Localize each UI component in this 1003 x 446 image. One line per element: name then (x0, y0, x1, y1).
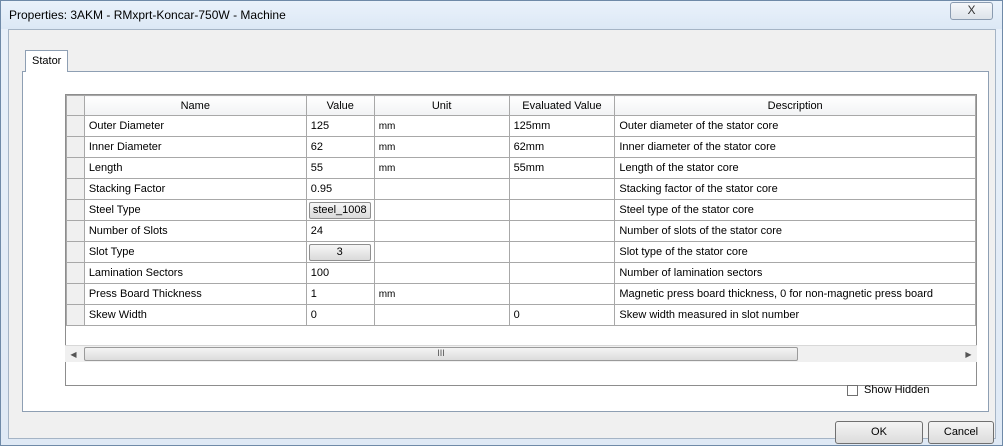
dialog-client-area: Stator Name Value Unit Evaluated Value D… (8, 29, 996, 444)
table-row[interactable]: Press Board Thickness 1 mm Magnetic pres… (66, 283, 976, 305)
row-selector-header[interactable] (66, 95, 85, 116)
table-row[interactable]: Stacking Factor 0.95 Stacking factor of … (66, 178, 976, 200)
tab-stator[interactable]: Stator (25, 50, 69, 72)
properties-dialog: Properties: 3AKM - RMxprt-Koncar-750W - … (0, 0, 1003, 446)
cell-unit[interactable]: mm (373, 283, 510, 305)
cell-evaluated-value: 0 (508, 304, 616, 326)
column-header-description[interactable]: Description (614, 95, 976, 116)
slot-type-button[interactable]: 3 (308, 243, 371, 261)
tab-panel-stator: Name Value Unit Evaluated Value Descript… (22, 71, 989, 412)
cell-evaluated-value (508, 283, 616, 305)
cell-description: Slot type of the stator core (614, 241, 976, 263)
column-header-value[interactable]: Value (305, 95, 375, 116)
cell-unit (373, 178, 510, 200)
horizontal-scrollbar[interactable]: ◀ III ▶ (65, 345, 977, 362)
row-selector[interactable] (66, 241, 85, 263)
properties-grid: Name Value Unit Evaluated Value Descript… (65, 94, 977, 386)
cell-description: Stacking factor of the stator core (614, 178, 976, 200)
scroll-grip-icon: III (437, 348, 445, 358)
show-hidden-toggle[interactable]: Show Hidden (847, 382, 929, 398)
row-selector[interactable] (66, 262, 85, 284)
cell-value[interactable]: 125 (305, 115, 375, 137)
cell-evaluated-value: 55mm (508, 157, 616, 179)
cell-value[interactable]: 55 (305, 157, 375, 179)
row-selector[interactable] (66, 157, 85, 179)
scroll-left-icon[interactable]: ◀ (65, 346, 82, 363)
column-header-unit[interactable]: Unit (373, 95, 510, 116)
cell-value[interactable]: 62 (305, 136, 375, 158)
close-button[interactable]: X (950, 2, 993, 20)
row-selector[interactable] (66, 199, 85, 221)
cell-description: Skew width measured in slot number (614, 304, 976, 326)
window-title: Properties: 3AKM - RMxprt-Koncar-750W - … (9, 8, 286, 22)
row-selector[interactable] (66, 136, 85, 158)
cell-evaluated-value (508, 178, 616, 200)
cell-unit (373, 241, 510, 263)
cell-description: Length of the stator core (614, 157, 976, 179)
table-row[interactable]: Number of Slots 24 Number of slots of th… (66, 220, 976, 242)
row-selector[interactable] (66, 115, 85, 137)
cell-unit[interactable]: mm (373, 136, 510, 158)
title-bar[interactable]: Properties: 3AKM - RMxprt-Koncar-750W - … (1, 1, 1002, 29)
cell-name: Stacking Factor (83, 178, 307, 200)
cell-unit (373, 304, 510, 326)
cell-evaluated-value: 62mm (508, 136, 616, 158)
table-row[interactable]: Lamination Sectors 100 Number of laminat… (66, 262, 976, 284)
cell-name: Steel Type (83, 199, 307, 221)
table-row[interactable]: Length 55 mm 55mm Length of the stator c… (66, 157, 976, 179)
cell-value[interactable]: 0.95 (305, 178, 375, 200)
cell-unit (373, 262, 510, 284)
cell-value[interactable]: 100 (305, 262, 375, 284)
cell-evaluated-value (508, 220, 616, 242)
row-selector[interactable] (66, 304, 85, 326)
cell-unit[interactable]: mm (373, 157, 510, 179)
cell-name: Outer Diameter (83, 115, 307, 137)
cell-name: Press Board Thickness (83, 283, 307, 305)
cell-value[interactable]: 1 (305, 283, 375, 305)
table-row[interactable]: Skew Width 0 0 Skew width measured in sl… (66, 304, 976, 326)
table-row[interactable]: Outer Diameter 125 mm 125mm Outer diamet… (66, 115, 976, 137)
cell-value[interactable]: 0 (305, 304, 375, 326)
table-row[interactable]: Steel Type steel_1008 Steel type of the … (66, 199, 976, 221)
cell-value: steel_1008 (305, 199, 375, 221)
cancel-button[interactable]: Cancel (928, 421, 994, 444)
cell-name: Lamination Sectors (83, 262, 307, 284)
cell-name: Inner Diameter (83, 136, 307, 158)
column-header-name[interactable]: Name (83, 95, 307, 116)
cell-description: Outer diameter of the stator core (614, 115, 976, 137)
close-icon: X (967, 3, 976, 17)
show-hidden-label: Show Hidden (864, 384, 930, 396)
cell-value: 3 (305, 241, 375, 263)
properties-table: Name Value Unit Evaluated Value Descript… (66, 95, 976, 326)
steel-type-button[interactable]: steel_1008 (308, 201, 371, 219)
cell-description: Steel type of the stator core (614, 199, 976, 221)
cell-description: Number of slots of the stator core (614, 220, 976, 242)
column-header-evaluated-value[interactable]: Evaluated Value (508, 95, 616, 116)
table-header-row: Name Value Unit Evaluated Value Descript… (66, 95, 976, 116)
table-row[interactable]: Inner Diameter 62 mm 62mm Inner diameter… (66, 136, 976, 158)
cell-name: Length (83, 157, 307, 179)
cell-unit (373, 199, 510, 221)
scroll-thumb[interactable]: III (84, 347, 798, 361)
cell-description: Number of lamination sectors (614, 262, 976, 284)
cell-unit (373, 220, 510, 242)
ok-button[interactable]: OK (835, 421, 923, 444)
cell-evaluated-value (508, 262, 616, 284)
cell-name: Slot Type (83, 241, 307, 263)
cell-description: Inner diameter of the stator core (614, 136, 976, 158)
cell-evaluated-value (508, 241, 616, 263)
cell-name: Skew Width (83, 304, 307, 326)
cell-name: Number of Slots (83, 220, 307, 242)
row-selector[interactable] (66, 220, 85, 242)
cell-evaluated-value (508, 199, 616, 221)
table-row[interactable]: Slot Type 3 Slot type of the stator core (66, 241, 976, 263)
cell-evaluated-value: 125mm (508, 115, 616, 137)
row-selector[interactable] (66, 283, 85, 305)
row-selector[interactable] (66, 178, 85, 200)
show-hidden-checkbox[interactable] (847, 384, 858, 396)
cell-description: Magnetic press board thickness, 0 for no… (614, 283, 976, 305)
scroll-right-icon[interactable]: ▶ (960, 346, 977, 363)
cell-unit[interactable]: mm (373, 115, 510, 137)
cell-value[interactable]: 24 (305, 220, 375, 242)
